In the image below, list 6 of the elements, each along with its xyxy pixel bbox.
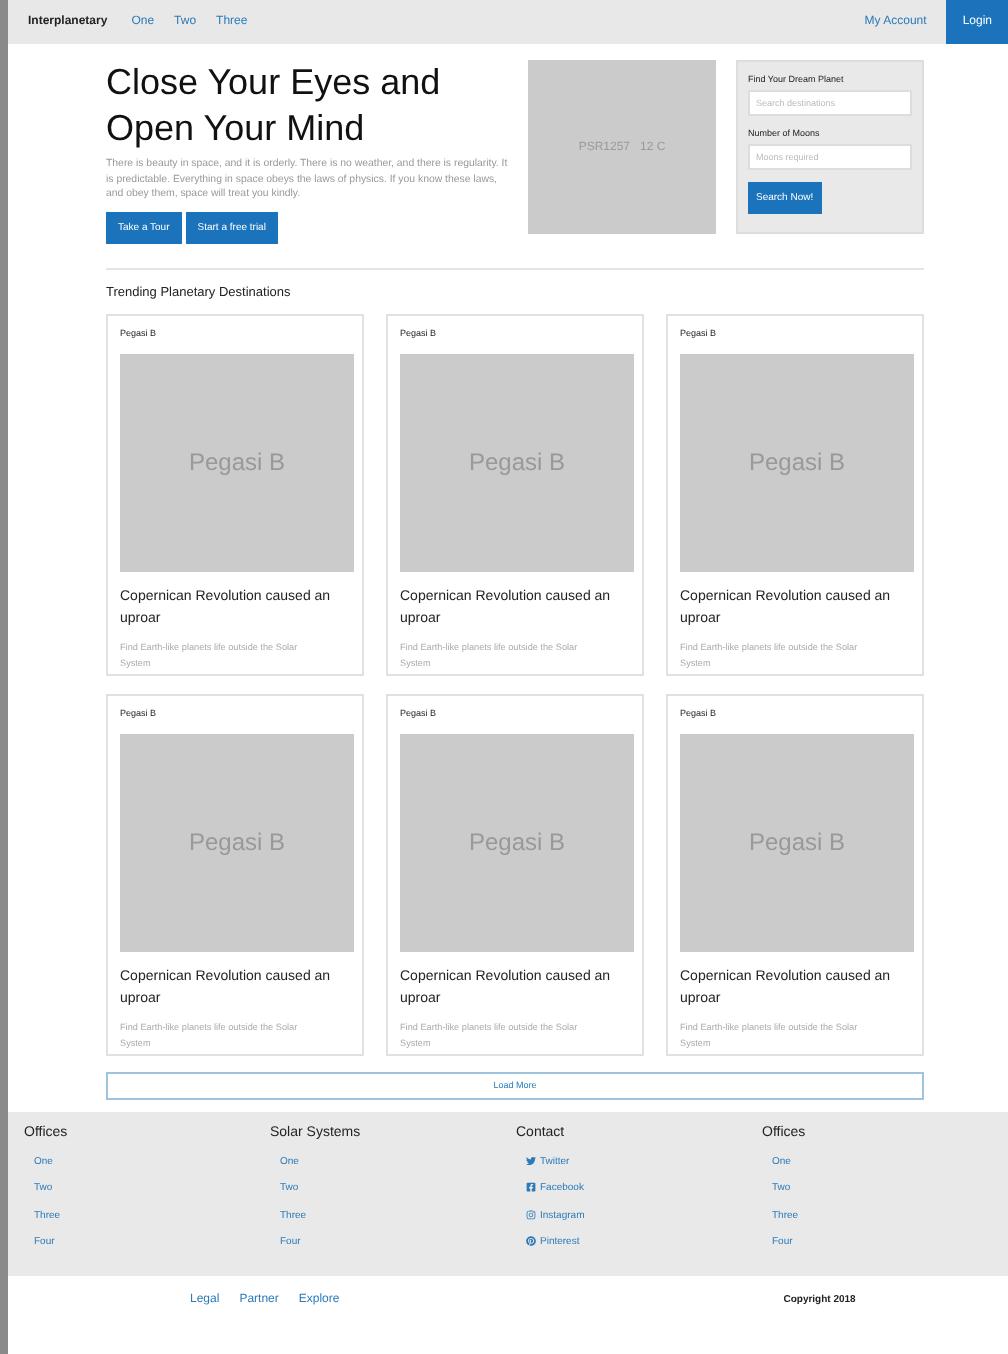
pinterest-icon — [526, 1236, 536, 1246]
instagram-icon — [526, 1209, 536, 1219]
hero-title: Close Your Eyes and — [106, 60, 443, 106]
hero-title: Open Your Mind — [106, 106, 367, 152]
facebook-icon — [526, 1182, 536, 1192]
twitter-icon — [526, 1155, 536, 1165]
